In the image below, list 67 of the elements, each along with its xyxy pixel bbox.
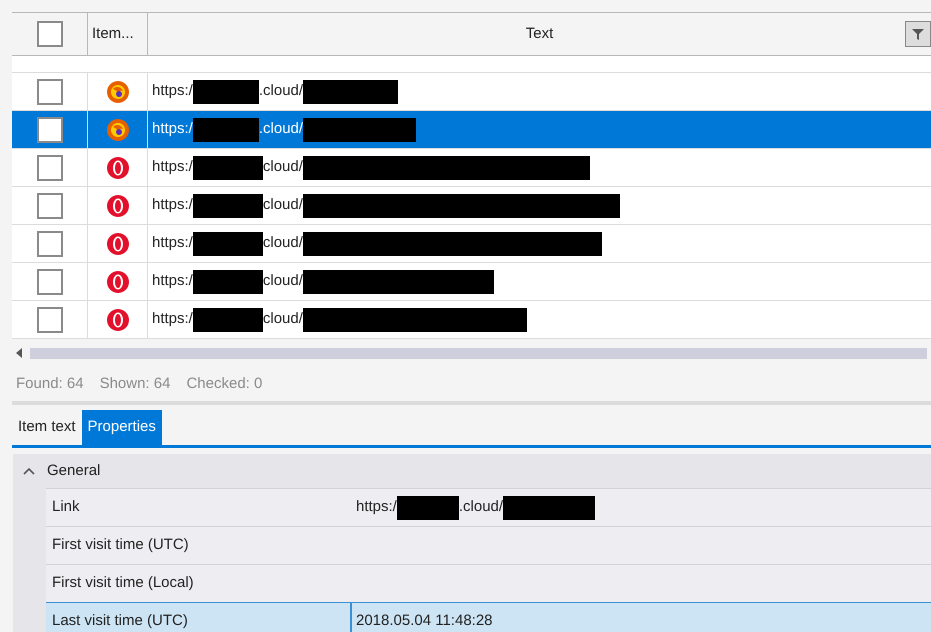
browser-logo-icon (106, 308, 130, 332)
checkbox[interactable] (36, 154, 62, 180)
url-text: https:/ (152, 157, 193, 178)
browser-logo-icon (106, 232, 130, 256)
table-row[interactable]: https:/ cloud/ (12, 301, 931, 339)
url-text: cloud/ (262, 233, 303, 254)
property-name: First visit time (UTC) (52, 535, 189, 556)
scroll-left-icon[interactable] (16, 348, 22, 358)
status-text: Shown: 64 (100, 374, 170, 394)
browser-logo-icon (106, 80, 130, 104)
group-title[interactable]: General (47, 460, 100, 482)
url-text: https:/ (152, 271, 193, 292)
url-text: https:/ (152, 309, 193, 330)
redaction-block (192, 270, 263, 294)
filter-icon[interactable] (905, 21, 931, 47)
property-row[interactable]: First visit time (Local) (46, 564, 931, 602)
status-text: Found: 64 (16, 374, 84, 394)
redaction-block (192, 232, 263, 256)
property-row[interactable]: Last visit time (UTC) 2018.05.04 11:48:28 (46, 602, 931, 632)
browser-logo-icon (106, 194, 130, 218)
url-text: .cloud/ (258, 119, 304, 140)
column-header[interactable]: Text (148, 13, 931, 55)
url-text: 2018.05.04 11:48:28 (356, 611, 493, 632)
url-text: https:/ (152, 81, 193, 102)
url-text: cloud/ (262, 157, 303, 178)
redaction-block (192, 308, 263, 332)
url-text: https:/ (152, 195, 193, 216)
url-text: cloud/ (262, 309, 303, 330)
tab[interactable]: Item text (12, 410, 82, 445)
table-row[interactable]: https:/ cloud/ (12, 149, 931, 187)
checkbox[interactable] (36, 78, 62, 104)
redaction-block (192, 194, 263, 218)
property-name: First visit time (Local) (52, 573, 194, 594)
redaction-block (192, 80, 259, 104)
checkbox[interactable] (36, 230, 62, 256)
collapse-chevron-icon[interactable] (23, 467, 35, 475)
checkbox[interactable] (36, 268, 62, 294)
table-row[interactable]: https:/ cloud/ (12, 187, 931, 225)
checkbox[interactable] (36, 192, 62, 218)
redaction-block (192, 118, 259, 142)
url-text: https:/ (356, 497, 397, 518)
column-header[interactable]: Item... (88, 13, 148, 55)
browser-logo-icon (106, 156, 130, 180)
url-text: https:/ (152, 119, 193, 140)
url-text: cloud/ (262, 195, 303, 216)
url-text: cloud/ (262, 271, 303, 292)
redaction-block (396, 496, 459, 520)
property-name: Link (52, 497, 80, 518)
table-row[interactable]: https:/ .cloud/ (12, 73, 931, 111)
url-text: .cloud/ (458, 497, 504, 518)
checkbox[interactable] (36, 116, 62, 142)
browser-logo-icon (106, 118, 130, 142)
url-text: https:/ (152, 233, 193, 254)
table-row[interactable]: https:/ cloud/ (12, 263, 931, 301)
table-row[interactable]: https:/ cloud/ (12, 225, 931, 263)
checkbox[interactable] (36, 306, 62, 332)
property-row[interactable]: First visit time (UTC) (46, 526, 931, 564)
browser-logo-icon (106, 270, 130, 294)
checkbox[interactable] (36, 21, 62, 47)
url-text: .cloud/ (258, 81, 304, 102)
horizontal-scrollbar[interactable] (30, 348, 927, 358)
status-text: Checked: 0 (186, 374, 262, 394)
redaction-block (192, 156, 263, 180)
property-name: Last visit time (UTC) (52, 611, 188, 632)
table-row[interactable]: https:/ .cloud/ (12, 111, 931, 149)
property-row[interactable]: Link https:/ .cloud/ (46, 488, 931, 526)
tab[interactable]: Properties (82, 410, 162, 445)
